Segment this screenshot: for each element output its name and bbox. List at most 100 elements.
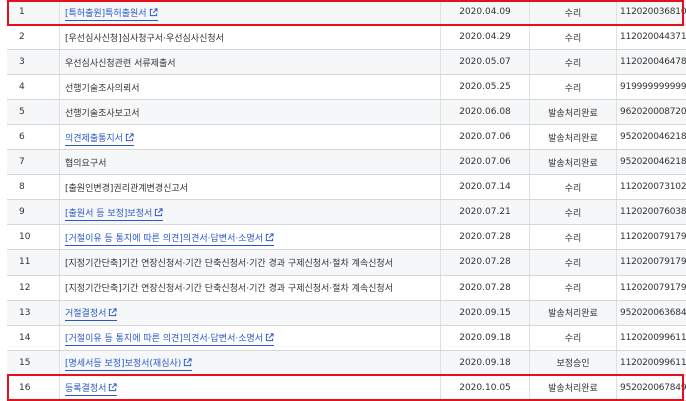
status-text: 수리: [529, 275, 617, 301]
external-link-icon: [125, 133, 134, 141]
document-link[interactable]: [특허출원]특허출원서: [65, 7, 158, 21]
status-text: 수리: [529, 249, 617, 276]
table-row: 15 [명세서등 보정]보정서(재심사) 2020.09.18 보정승인 112…: [7, 350, 686, 376]
external-link-icon: [184, 358, 192, 367]
submit-date: 2020.10.05: [440, 375, 530, 401]
external-link-icon: [149, 7, 158, 16]
receipt-number: 112020073102942: [616, 174, 686, 201]
receipt-number: 112020099611945: [616, 350, 686, 376]
receipt-number: 952020063684386: [616, 300, 686, 326]
submit-date: 2020.04.29: [440, 24, 530, 51]
status-text: 발송처리완료: [529, 375, 617, 401]
document-name-cell: [특허출원]특허출원서: [59, 0, 441, 26]
status-text: 발송처리완료: [529, 300, 617, 326]
row-number: 6: [7, 124, 60, 151]
submit-date: 2020.05.25: [440, 74, 530, 101]
row-number: 1: [7, 0, 60, 26]
document-link-label: [거절이유 등 통지에 따른 의견]의견서·답변서·소명서: [65, 233, 264, 244]
document-history-table-wrap: 1 [특허출원]특허출원서 2020.04.09 수리 112020036810…: [7, 0, 686, 401]
row-number: 14: [7, 325, 60, 351]
table-row: 1 [특허출원]특허출원서 2020.04.09 수리 112020036810…: [7, 0, 686, 26]
external-link-icon: [109, 383, 118, 392]
document-name-cell: [출원인변경]권리관계변경신고서: [59, 174, 441, 201]
receipt-number: 962020008720130: [616, 99, 686, 126]
row-number: 8: [7, 174, 60, 201]
document-history-rows: 1 [특허출원]특허출원서 2020.04.09 수리 112020036810…: [7, 0, 686, 401]
document-link-label: 거절결정서: [65, 309, 107, 320]
table-row: 16 등록결정서 2020.10.05 발송처리완료 9520200678496…: [7, 375, 686, 401]
receipt-number: 919999999999989: [616, 74, 686, 101]
document-link[interactable]: [출원서 등 보정]보정서: [65, 208, 164, 221]
document-link[interactable]: 의견제출통지서: [65, 133, 134, 146]
submit-date: 2020.07.21: [440, 199, 530, 226]
document-link-label: [특허출원]특허출원서: [65, 8, 147, 19]
document-name-cell: [명세서등 보정]보정서(재심사): [59, 350, 441, 376]
status-text: 발송처리완료: [529, 149, 617, 176]
document-name-cell: [거절이유 등 통지에 따른 의견]의견서·답변서·소명서: [59, 224, 441, 251]
row-number: 12: [7, 275, 60, 301]
document-name-cell: [우선심사신청]심사청구서·우선심사신청서: [59, 24, 441, 51]
document-name-cell: [출원서 등 보정]보정서: [59, 199, 441, 226]
submit-date: 2020.09.18: [440, 350, 530, 376]
receipt-number: 112020099611800: [616, 325, 686, 351]
row-number: 10: [7, 224, 60, 251]
table-row: 9 [출원서 등 보정]보정서 2020.07.21 수리 1120200760…: [7, 199, 686, 226]
table-row: 8 [출원인변경]권리관계변경신고서 2020.07.14 수리 1120200…: [7, 174, 686, 201]
submit-date: 2020.04.09: [440, 0, 530, 26]
row-number: 2: [7, 24, 60, 51]
document-name-cell: 우선심사신청관련 서류제출서: [59, 49, 441, 76]
table-row: 5 선행기술조사보고서 2020.06.08 발송처리완료 9620200087…: [7, 99, 686, 126]
submit-date: 2020.07.28: [440, 249, 530, 276]
document-name: 선행기술조사보고서: [65, 108, 140, 119]
row-number: 4: [7, 74, 60, 101]
receipt-number: 952020046218414: [616, 149, 686, 176]
document-link-label: [거절이유 등 통지에 따른 의견]의견서·답변서·소명서: [65, 334, 264, 345]
document-link-label: 등록결정서: [65, 384, 107, 395]
document-link-label: [명세서등 보정]보정서(재심사): [65, 359, 182, 370]
submit-date: 2020.07.28: [440, 275, 530, 301]
document-name-cell: [지정기간단축]기간 연장신청서·기간 단축신청서·기간 경과 구제신청서·절차…: [59, 249, 441, 276]
submit-date: 2020.07.28: [440, 224, 530, 251]
status-text: 수리: [529, 24, 617, 51]
document-name: [출원인변경]권리관계변경신고서: [65, 183, 188, 194]
document-link[interactable]: 거절결정서: [65, 308, 118, 322]
status-text: 수리: [529, 74, 617, 101]
submit-date: 2020.06.08: [440, 99, 530, 126]
document-history-table: 1 [특허출원]특허출원서 2020.04.09 수리 112020036810…: [7, 0, 686, 401]
row-number: 15: [7, 350, 60, 376]
document-name-cell: [거절이유 등 통지에 따른 의견]의견서·답변서·소명서: [59, 325, 441, 351]
submit-date: 2020.07.06: [440, 124, 530, 151]
submit-date: 2020.07.06: [440, 149, 530, 176]
document-name-cell: 의견제출통지서: [59, 124, 441, 151]
document-name: 선행기술조사의뢰서: [65, 83, 140, 94]
status-text: 보정승인: [529, 350, 617, 376]
document-link[interactable]: [명세서등 보정]보정서(재심사): [65, 358, 193, 372]
receipt-number: 112020079179391: [616, 275, 686, 301]
row-number: 3: [7, 49, 60, 76]
receipt-number: 112020036810509: [616, 0, 686, 26]
document-name-cell: 선행기술조사의뢰서: [59, 74, 441, 101]
document-name-cell: 등록결정서: [59, 375, 441, 401]
status-text: 수리: [529, 49, 617, 76]
submit-date: 2020.09.18: [440, 325, 530, 351]
table-row: 14 [거절이유 등 통지에 따른 의견]의견서·답변서·소명서 2020.09…: [7, 325, 686, 351]
document-name-cell: 거절결정서: [59, 300, 441, 326]
receipt-number: 952020046218560: [616, 124, 686, 151]
document-link-label: 의견제출통지서: [65, 133, 123, 144]
status-text: 수리: [529, 224, 617, 251]
table-row: 6 의견제출통지서 2020.07.06 발송처리완료 952020046218…: [7, 124, 686, 151]
submit-date: 2020.09.15: [440, 300, 530, 326]
receipt-number: 112020076038178: [616, 199, 686, 226]
document-name: [지정기간단축]기간 연장신청서·기간 단축신청서·기간 경과 구제신청서·절차…: [65, 258, 393, 269]
document-link[interactable]: [거절이유 등 통지에 따른 의견]의견서·답변서·소명서: [65, 333, 275, 347]
external-link-icon: [265, 233, 274, 242]
document-link[interactable]: [거절이유 등 통지에 따른 의견]의견서·답변서·소명서: [65, 233, 275, 246]
receipt-number: 112020046478544: [616, 49, 686, 76]
table-row: 2 [우선심사신청]심사청구서·우선심사신청서 2020.04.29 수리 11…: [7, 24, 686, 51]
table-row: 13 거절결정서 2020.09.15 발송처리완료 9520200636843…: [7, 300, 686, 326]
document-name: [지정기간단축]기간 연장신청서·기간 단축신청서·기간 경과 구제신청서·절차…: [65, 284, 393, 295]
table-row: 3 우선심사신청관련 서류제출서 2020.05.07 수리 112020046…: [7, 49, 686, 76]
table-row: 12 [지정기간단축]기간 연장신청서·기간 단축신청서·기간 경과 구제신청서…: [7, 275, 686, 301]
document-link[interactable]: 등록결정서: [65, 383, 118, 397]
document-name: [우선심사신청]심사청구서·우선심사신청서: [65, 33, 224, 44]
